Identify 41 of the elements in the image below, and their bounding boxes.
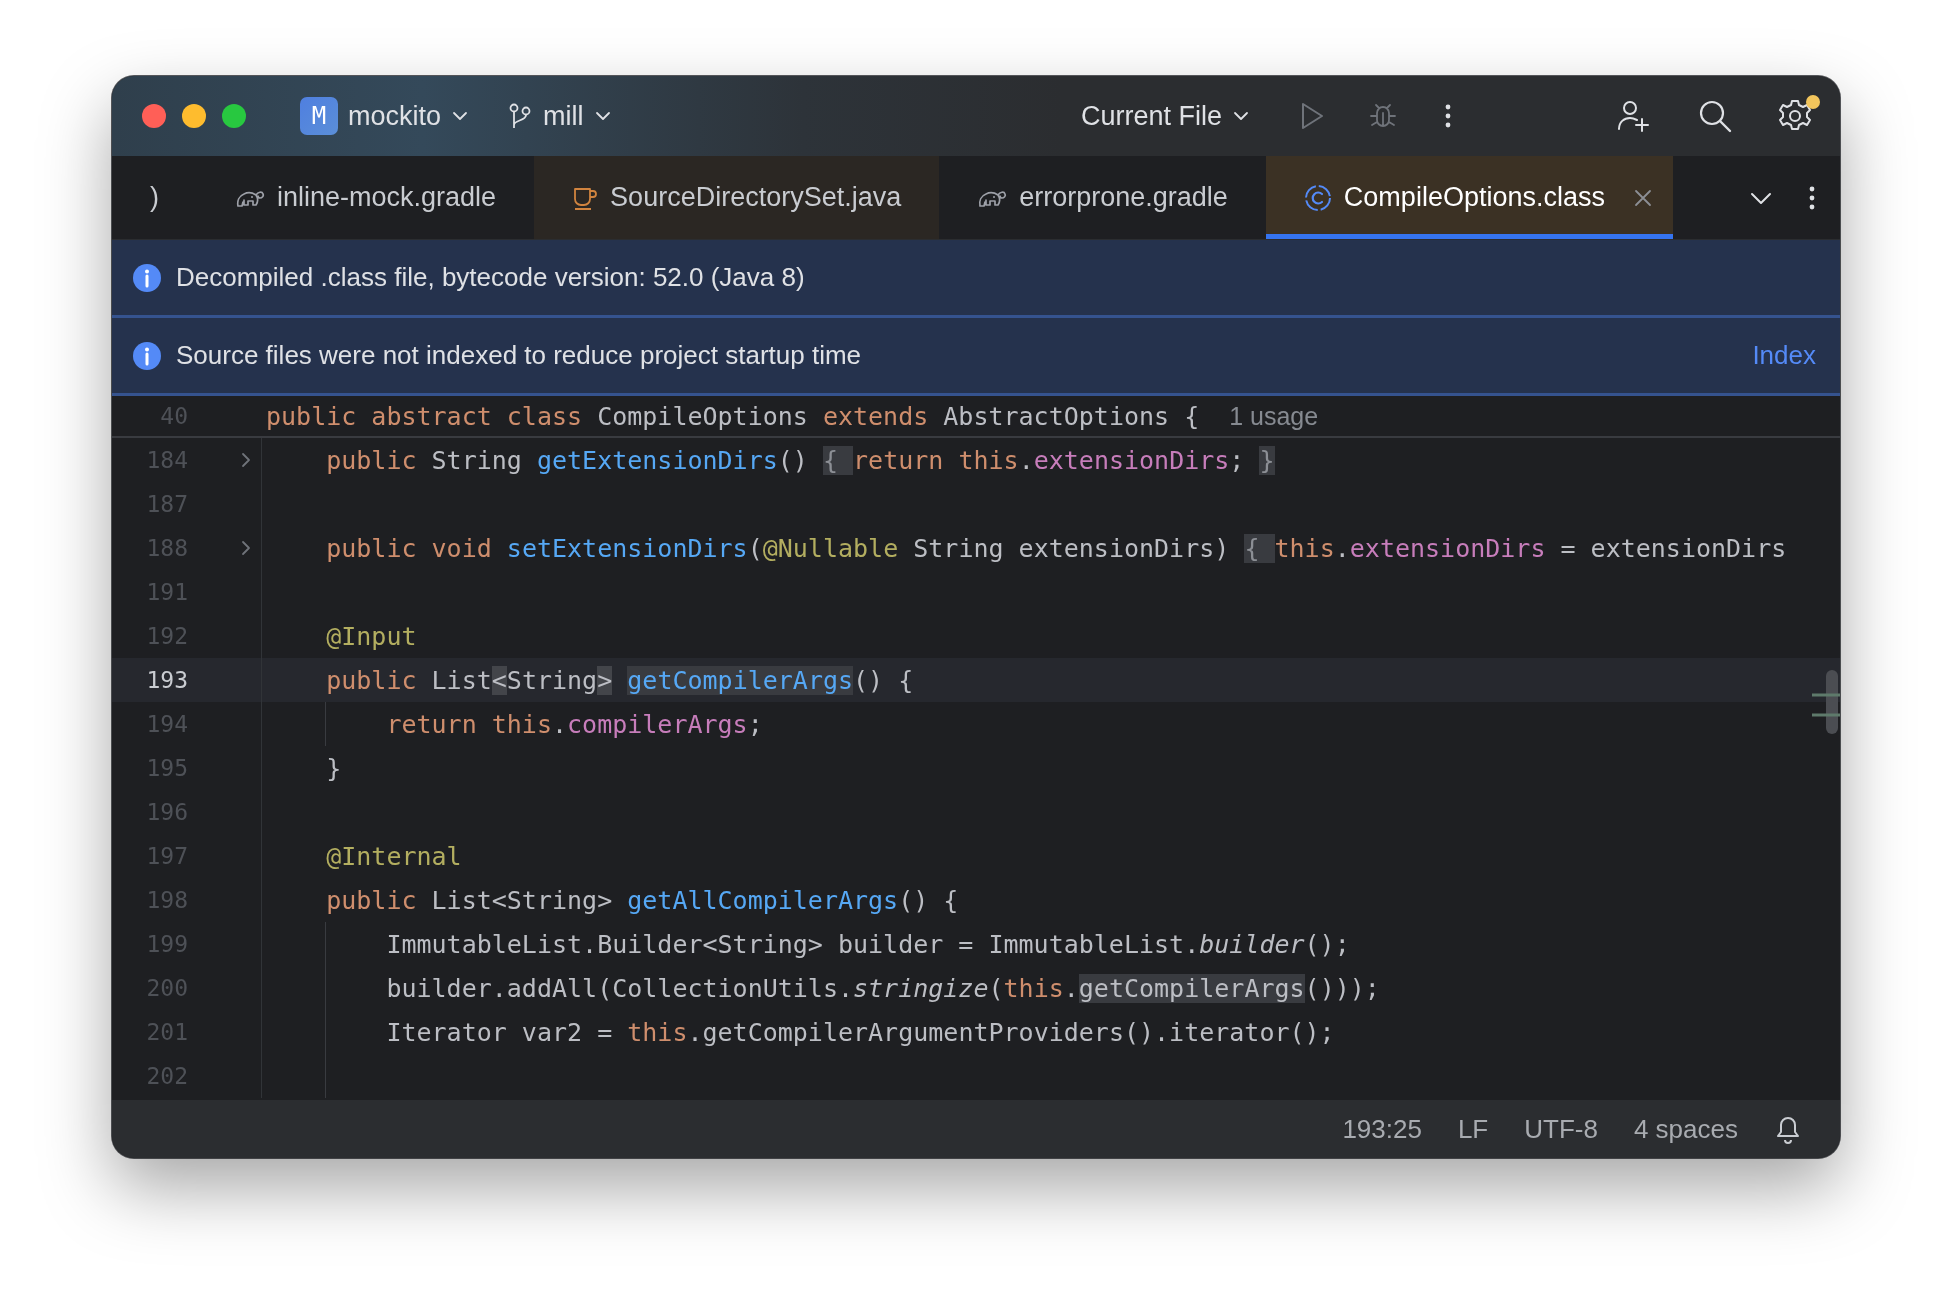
banner-message: Decompiled .class file, bytecode version: 52.0 (Java 8) [176,262,805,293]
close-icon[interactable] [1632,187,1653,208]
editor-tab[interactable]: CompileOptions.class [1265,156,1673,239]
code-line: public List<String> getAllCompilerArgs() { [325,885,959,915]
project-selector[interactable]: M mockito [292,91,478,141]
code-line: public String getExtensionDirs() { return this.extensionDirs; } [325,445,1275,475]
bell-icon [1774,1114,1802,1144]
code-line: public List<String> getCompilerArgs() { [325,665,914,695]
code-line: return this.compilerArgs; [385,709,763,739]
info-icon [132,262,162,293]
index-link[interactable]: Index [1752,340,1816,371]
code-line: @Input [325,621,417,651]
run-configuration-selector[interactable]: Current File [1072,94,1258,138]
class-icon [1303,183,1332,212]
notifications-button[interactable] [1774,1114,1802,1144]
status-item[interactable]: 193:25 [1342,1113,1422,1145]
code-line: public void setExtensionDirs(@Nullable String extensionDirs) { this.extensionDirs = extensionDirs [325,533,1787,563]
status-item[interactable]: LF [1457,1113,1489,1145]
scrollbar-drawing[interactable] [1812,670,1840,734]
code-line: Iterator var2 = this.getCompilerArgumentProviders().iterator(); [385,1017,1335,1047]
code-line: @Internal [325,841,462,871]
usage-hint[interactable]: 1 usage [1229,401,1319,431]
code-line: ImmutableList.Builder<String> builder = ImmutableList.builder(); [385,929,1350,959]
settings-icon [1778,99,1812,133]
minimize-window-button[interactable] [182,104,206,128]
code-line: public abstract class CompileOptions extends AbstractOptions { [265,401,1200,431]
close-window-button[interactable] [142,104,166,128]
more-icon[interactable] [1444,102,1452,130]
add-user-icon [1616,99,1650,133]
code-line: builder.addAll(CollectionUtils.stringize(this.getCompilerArgs())); [385,973,1380,1003]
code-line: } [325,753,342,783]
branch-selector[interactable]: mill [499,94,620,138]
banner-message: Source files were not indexed to reduce project startup time [176,340,862,371]
zoom-window-button[interactable] [222,104,246,128]
editor-tab[interactable]: SourceDirectorySet.java [534,156,940,239]
info-icon [132,340,162,371]
line-number: 193 [145,667,188,693]
project-badge: M [300,97,338,135]
status-item[interactable]: UTF-8 [1524,1113,1598,1145]
search-icon [1698,99,1732,133]
status-item[interactable]: 4 spaces [1633,1113,1738,1145]
